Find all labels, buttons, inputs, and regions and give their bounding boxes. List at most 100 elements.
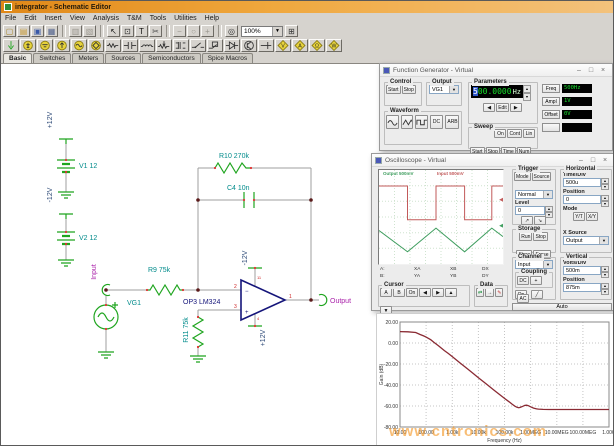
y-tick-label: -40.00 <box>384 383 398 389</box>
cursor-blank-button[interactable]: ▶ <box>432 288 444 297</box>
maximize-icon[interactable]: □ <box>585 65 597 76</box>
connector-icon[interactable] <box>258 39 274 52</box>
new-icon[interactable]: ▢ <box>3 25 16 37</box>
output-select[interactable]: VG1▼ <box>429 85 459 94</box>
battery-icon[interactable] <box>37 39 53 52</box>
inductor-icon[interactable] <box>139 39 155 52</box>
blank-readout-button[interactable] <box>542 123 560 132</box>
storage-run-button[interactable]: Run <box>519 232 532 241</box>
fg-sweep-cont-button[interactable]: Cont <box>507 129 522 138</box>
menu-view[interactable]: View <box>66 15 89 22</box>
freq-readout-button[interactable]: Freq <box>542 84 560 93</box>
wire-icon[interactable] <box>3 39 19 52</box>
trigger-level-spinner[interactable]: 0 ▲▼ <box>515 206 553 215</box>
save-icon[interactable]: ▣ <box>31 25 44 37</box>
cursor-blank-button[interactable]: ◀ <box>419 288 431 297</box>
cursor-blank-button[interactable]: ▲ <box>445 288 457 297</box>
fg-sweep-on-button[interactable]: On <box>494 129 506 138</box>
copy-curve-icon[interactable]: → <box>485 288 494 297</box>
menu-tm[interactable]: T&M <box>123 15 146 22</box>
fg-param-blank-button[interactable]: ▶ <box>510 103 522 112</box>
switch-icon[interactable] <box>190 39 206 52</box>
trigger-edge-blank-button[interactable]: ↘ <box>534 216 546 225</box>
fg-control-stop-button[interactable]: Stop <box>402 85 416 94</box>
print-icon[interactable]: ▦ <box>45 25 58 37</box>
offset-readout-button[interactable]: Offset <box>542 110 560 119</box>
maximize-icon[interactable]: □ <box>587 155 599 166</box>
open-icon[interactable]: ▤ <box>17 25 30 37</box>
channel-select[interactable]: Input▼ <box>515 260 553 269</box>
trigger-edge-blank-button[interactable]: ↗ <box>521 216 533 225</box>
close-icon[interactable]: × <box>597 65 609 76</box>
function-generator-titlebar[interactable]: Function Generator - Virtual – □ × <box>380 64 612 77</box>
menu-utilities[interactable]: Utilities <box>170 15 201 22</box>
frequency-response-panel: 20.000.00-20.00-40.00-60.00-80.0010.0010… <box>376 313 614 446</box>
wattmeter-icon[interactable]: W <box>326 39 342 52</box>
trigger-source-button[interactable]: Source <box>532 172 552 181</box>
ampl-readout-button[interactable]: Ampl <box>542 97 560 106</box>
timediv-spinner[interactable]: 500u▲▼ <box>563 178 609 187</box>
close-icon[interactable]: × <box>599 155 611 166</box>
output-channel-marker[interactable]: ◀ <box>499 224 503 229</box>
triangle-wave-icon[interactable] <box>401 115 414 129</box>
menu-insert[interactable]: Insert <box>40 15 66 22</box>
cursor-on-button[interactable]: On <box>406 288 418 297</box>
fg-sweep-lin-button[interactable]: Lin <box>523 129 535 138</box>
menu-edit[interactable]: Edit <box>20 15 40 22</box>
transformer-icon[interactable] <box>173 39 189 52</box>
menu-analysis[interactable]: Analysis <box>89 15 123 22</box>
square-wave-icon[interactable] <box>415 115 428 129</box>
frequency-stepper[interactable]: ▲ ▼ <box>523 85 531 101</box>
input-channel-marker[interactable]: ◀ <box>499 198 503 203</box>
mode-xy-button[interactable]: X/Y <box>586 212 598 221</box>
minimize-icon[interactable]: – <box>573 65 585 76</box>
signal-generator-icon[interactable] <box>71 39 87 52</box>
cursor-a-button[interactable]: A <box>380 288 392 297</box>
zoom-level-select[interactable]: 100%▼ <box>241 26 283 37</box>
grid-toggle-icon[interactable]: ⊞ <box>285 25 298 37</box>
storage-stop-button[interactable]: Stop <box>533 232 547 241</box>
zoom-select-icon[interactable]: ⊡ <box>121 25 134 37</box>
fg-control-start-button[interactable]: Start <box>386 85 401 94</box>
ohmmeter-icon[interactable]: Ω <box>309 39 325 52</box>
voltage-source-icon[interactable] <box>20 39 36 52</box>
vertical-position-spinner[interactable]: 875m▲▼ <box>563 283 609 292</box>
ammeter-icon[interactable]: A <box>292 39 308 52</box>
xsource-select[interactable]: Output▼ <box>563 236 609 245</box>
menu-tools[interactable]: Tools <box>146 15 170 22</box>
cursor-b-button[interactable]: B <box>393 288 405 297</box>
mode-yt-button[interactable]: Y/T <box>573 212 585 221</box>
magnifier-icon[interactable]: ◎ <box>225 25 238 37</box>
resistor-icon[interactable] <box>105 39 121 52</box>
auto-button[interactable]: Auto <box>512 303 612 311</box>
text-tool-icon[interactable]: T <box>135 25 148 37</box>
current-source-icon[interactable] <box>54 39 70 52</box>
diode-icon[interactable] <box>224 39 240 52</box>
coupling-dc-button[interactable]: DC <box>517 276 529 285</box>
fg-param-blank-button[interactable]: ◀ <box>483 103 495 112</box>
trigger-mode-select[interactable]: Normal▼ <box>515 190 553 199</box>
coupling-blank-button[interactable]: + <box>530 276 542 285</box>
select-arrow-icon[interactable]: ↖ <box>107 25 120 37</box>
potentiometer-icon[interactable] <box>156 39 172 52</box>
horizontal-position-spinner[interactable]: 0▲▼ <box>563 195 609 204</box>
voltmeter-icon[interactable]: V <box>275 39 291 52</box>
transistor-icon[interactable] <box>241 39 257 52</box>
cut-wire-icon[interactable]: ✂ <box>149 25 162 37</box>
edit-curve-icon[interactable]: ✎ <box>495 288 503 297</box>
sine-wave-icon[interactable] <box>386 115 399 129</box>
coupling-ac-button[interactable]: AC <box>517 294 529 303</box>
waveform-arb-button[interactable]: ARB <box>445 115 459 129</box>
menu-help[interactable]: Help <box>201 15 223 22</box>
trigger-mode-button[interactable]: Mode <box>514 172 531 181</box>
capacitor-icon[interactable] <box>122 39 138 52</box>
menu-file[interactable]: File <box>1 15 20 22</box>
controlled-source-icon[interactable] <box>88 39 104 52</box>
minimize-icon[interactable]: – <box>575 155 587 166</box>
relay-icon[interactable] <box>207 39 223 52</box>
waveform-dc-button[interactable]: DC <box>430 115 444 129</box>
export-curve-icon[interactable]: ⇄ <box>476 288 484 297</box>
voltsdiv-spinner[interactable]: 500m▲▼ <box>563 266 609 275</box>
fg-param-edit-button[interactable]: Edit <box>496 103 509 112</box>
function-generator-icon <box>383 67 390 74</box>
